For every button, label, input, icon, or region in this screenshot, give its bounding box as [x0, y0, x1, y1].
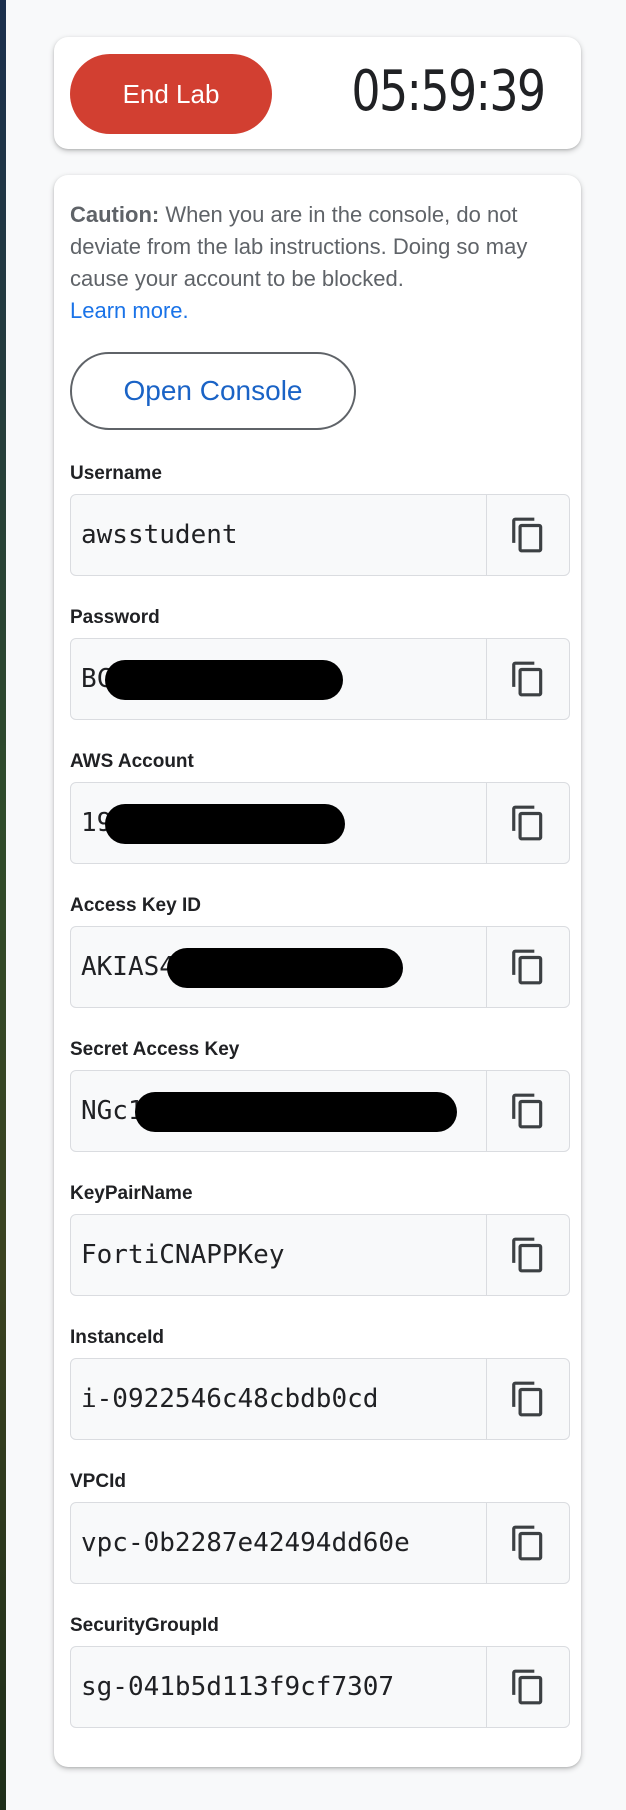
copy-icon	[512, 1525, 543, 1561]
field-value[interactable]: awsstudent	[71, 495, 486, 575]
field-value[interactable]: AKIAS4	[71, 927, 486, 1007]
end-lab-button[interactable]: End Lab	[70, 54, 272, 134]
copy-icon	[512, 1669, 543, 1705]
caution-label: Caution:	[70, 202, 160, 227]
field-row: vpc-0b2287e42494dd60e	[70, 1502, 570, 1584]
field-value[interactable]: 19	[71, 783, 486, 863]
field-label: AWS Account	[70, 751, 194, 772]
field-label: SecurityGroupId	[70, 1615, 219, 1636]
field-row: BC	[70, 638, 570, 720]
field-label: Access Key ID	[70, 895, 201, 916]
field-label: KeyPairName	[70, 1183, 193, 1204]
field-row: sg-041b5d113f9cf7307	[70, 1646, 570, 1728]
copy-icon	[512, 1381, 543, 1417]
open-console-button[interactable]: Open Console	[70, 352, 356, 430]
copy-button[interactable]	[486, 1359, 569, 1439]
copy-icon	[512, 1237, 543, 1273]
redaction-mark	[167, 948, 403, 988]
field-aws-account: AWS Account 19	[70, 750, 570, 864]
field-row: 19	[70, 782, 570, 864]
copy-button[interactable]	[486, 1215, 569, 1295]
copy-button[interactable]	[486, 1071, 569, 1151]
copy-button[interactable]	[486, 783, 569, 863]
field-label: VPCId	[70, 1471, 126, 1492]
lab-timer: 05:59:39	[351, 59, 547, 124]
field-row: awsstudent	[70, 494, 570, 576]
field-value[interactable]: sg-041b5d113f9cf7307	[71, 1647, 486, 1727]
field-secret-access-key: Secret Access Key NGc1	[70, 1038, 570, 1152]
field-username: Username awsstudent	[70, 462, 570, 576]
field-password: Password BC	[70, 606, 570, 720]
copy-icon	[512, 805, 543, 841]
field-value[interactable]: FortiCNAPPKey	[71, 1215, 486, 1295]
field-row: FortiCNAPPKey	[70, 1214, 570, 1296]
copy-button[interactable]	[486, 1503, 569, 1583]
field-access-key-id: Access Key ID AKIAS4	[70, 894, 570, 1008]
field-label: Username	[70, 463, 162, 484]
background-edge	[0, 0, 6, 1810]
field-label: InstanceId	[70, 1327, 164, 1348]
copy-button[interactable]	[486, 495, 569, 575]
field-row: AKIAS4	[70, 926, 570, 1008]
copy-button[interactable]	[486, 639, 569, 719]
field-label: Password	[70, 607, 160, 628]
field-value[interactable]: NGc1	[71, 1071, 486, 1151]
copy-icon	[512, 1093, 543, 1129]
redaction-mark	[135, 1092, 457, 1132]
copy-icon	[512, 949, 543, 985]
field-value[interactable]: vpc-0b2287e42494dd60e	[71, 1503, 486, 1583]
field-row: i-0922546c48cbdb0cd	[70, 1358, 570, 1440]
copy-button[interactable]	[486, 1647, 569, 1727]
field-value[interactable]: i-0922546c48cbdb0cd	[71, 1359, 486, 1439]
field-key-pair-name: KeyPairName FortiCNAPPKey	[70, 1182, 570, 1296]
field-label: Secret Access Key	[70, 1039, 240, 1060]
field-security-group-id: SecurityGroupId sg-041b5d113f9cf7307	[70, 1614, 570, 1728]
caution-message: Caution: When you are in the console, do…	[70, 199, 570, 327]
field-instance-id: InstanceId i-0922546c48cbdb0cd	[70, 1326, 570, 1440]
copy-button[interactable]	[486, 927, 569, 1007]
field-row: NGc1	[70, 1070, 570, 1152]
copy-icon	[512, 517, 543, 553]
credentials-panel: Caution: When you are in the console, do…	[54, 175, 581, 1767]
redaction-mark	[105, 804, 345, 844]
redaction-mark	[105, 660, 343, 700]
lab-control-panel: End Lab 05:59:39	[54, 37, 581, 149]
field-vpc-id: VPCId vpc-0b2287e42494dd60e	[70, 1470, 570, 1584]
learn-more-link[interactable]: Learn more.	[70, 295, 570, 327]
copy-icon	[512, 661, 543, 697]
field-value[interactable]: BC	[71, 639, 486, 719]
